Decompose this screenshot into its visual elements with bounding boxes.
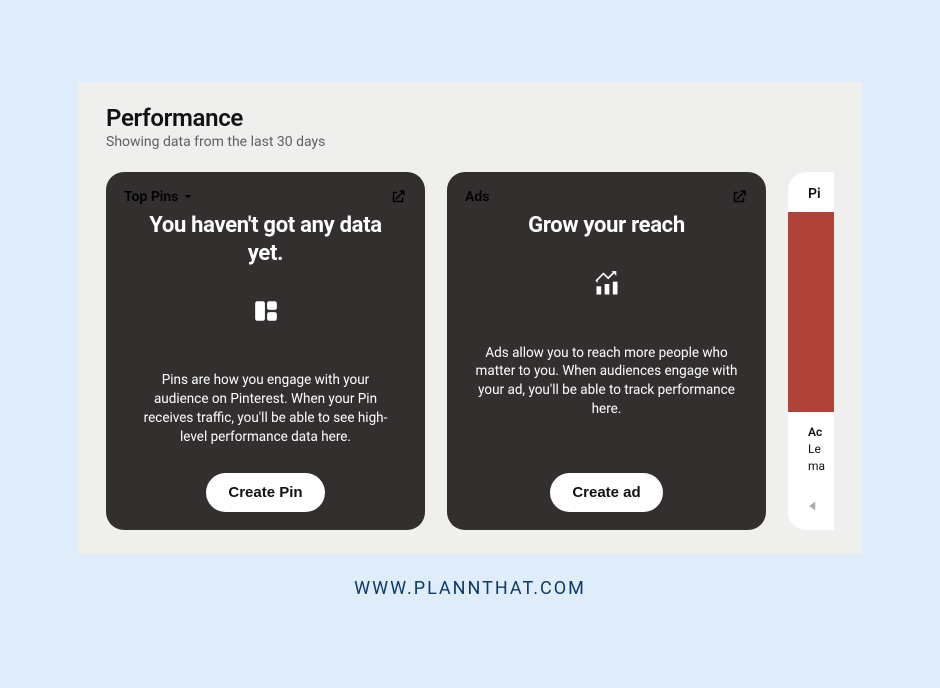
next-card-peek[interactable]: Pi Ac Le ma [788,172,834,530]
create-pin-button[interactable]: Create Pin [206,473,324,512]
left-arrow-icon[interactable] [804,496,822,520]
card-title: Grow your reach [518,212,695,240]
analytics-screenshot: Performance Showing data from the last 3… [78,82,862,554]
top-pins-dropdown[interactable]: Top Pins [124,189,194,205]
card-description: Pins are how you engage with your audien… [124,371,407,447]
peek-label: Pi [788,172,834,212]
cards-row: Top Pins You haven't got any data yet. P… [78,160,862,530]
card-label-text: Ads [465,189,489,205]
peek-image [788,212,834,412]
pins-layout-icon [253,293,279,329]
create-ad-button[interactable]: Create ad [550,473,662,512]
page-header: Performance Showing data from the last 3… [78,82,862,160]
page-title: Performance [106,104,834,132]
growth-chart-icon [593,266,621,302]
peek-line3: ma [808,458,834,475]
ads-card: Ads Grow your reach Ads allow you to rea… [447,172,766,530]
card-title: You haven't got any data yet. [124,212,407,267]
card-description: Ads allow you to reach more people who m… [465,344,748,420]
page-subtitle: Showing data from the last 30 days [106,134,834,150]
card-label-text: Top Pins [124,189,178,205]
external-link-icon[interactable] [730,188,748,206]
card-header: Ads [465,186,748,208]
ads-label: Ads [465,189,489,205]
chevron-down-icon [182,191,194,203]
footer-url: WWW.PLANNTHAT.COM [0,578,940,599]
card-header: Top Pins [124,186,407,208]
external-link-icon[interactable] [389,188,407,206]
peek-line2: Le [808,441,834,458]
top-pins-card: Top Pins You haven't got any data yet. P… [106,172,425,530]
peek-line1: Ac [808,424,834,441]
peek-text: Ac Le ma [788,412,834,474]
